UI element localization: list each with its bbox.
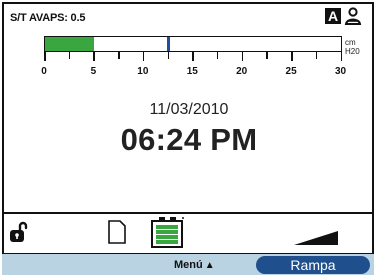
pressure-gauge-ticks <box>44 52 342 64</box>
soft-key-bar: Menú ▲ Rampa <box>2 253 374 275</box>
gauge-tick <box>291 52 293 61</box>
gauge-tick-label: 15 <box>186 66 198 77</box>
gauge-tick <box>142 52 145 61</box>
gauge-tick <box>118 52 120 59</box>
person-icon <box>344 7 362 25</box>
gauge-tick <box>192 52 194 61</box>
gauge-tick <box>315 52 318 59</box>
gauge-tick-label: 25 <box>285 66 297 77</box>
pressure-unit-line1: cm <box>345 38 356 47</box>
gauge-tick-label: 5 <box>90 66 97 77</box>
gauge-tick-label: 10 <box>137 66 149 77</box>
unlocked-padlock-icon[interactable] <box>8 219 30 245</box>
pressure-unit-line2: H20 <box>345 47 360 56</box>
current-date: 11/03/2010 <box>149 101 229 118</box>
gauge-tick-label: 0 <box>41 66 47 77</box>
pressure-gauge <box>44 36 342 52</box>
gauge-tick <box>93 52 95 61</box>
gauge-tick <box>241 52 244 61</box>
pressure-unit: cm H20 <box>345 38 360 56</box>
menu-up-arrow-icon: ▲ <box>204 260 215 271</box>
pressure-gauge-fill <box>45 37 95 51</box>
gauge-tick-label: 30 <box>334 66 347 77</box>
menu-button-label: Menú <box>174 259 203 271</box>
gauge-tick <box>167 52 170 59</box>
current-time: 06:24 PM <box>120 122 258 157</box>
ramp-button[interactable]: Rampa <box>256 256 370 274</box>
gauge-tick-label: 20 <box>236 66 248 77</box>
mode-badge: A <box>325 8 341 24</box>
sd-card-icon <box>108 220 126 244</box>
gauge-tick <box>216 52 219 59</box>
therapy-mode-label: S/T AVAPS: 0.5 <box>10 12 86 24</box>
pressure-gauge-marker <box>166 37 170 51</box>
battery-charging-icon <box>151 217 184 248</box>
gauge-tick <box>68 52 71 59</box>
ramp-icon <box>294 231 338 245</box>
gauge-tick <box>340 52 342 61</box>
gauge-tick <box>44 52 46 61</box>
menu-button[interactable]: Menú ▲ <box>174 256 215 274</box>
gauge-tick <box>266 52 268 59</box>
status-icons-row <box>2 214 374 252</box>
